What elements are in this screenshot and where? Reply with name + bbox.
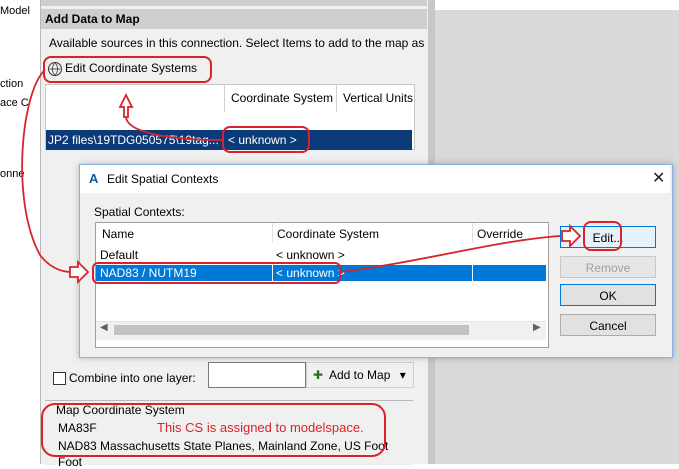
annotation-right-arrow-row <box>69 259 90 285</box>
annotation-up-arrow <box>118 92 134 118</box>
annotation-curve-to-edit <box>340 235 561 273</box>
annotation-curve-to-row <box>21 69 73 273</box>
annotation-right-arrow-edit <box>561 223 582 249</box>
annotation-arrows <box>21 69 582 285</box>
annotation-curve-to-unknown <box>125 116 223 141</box>
